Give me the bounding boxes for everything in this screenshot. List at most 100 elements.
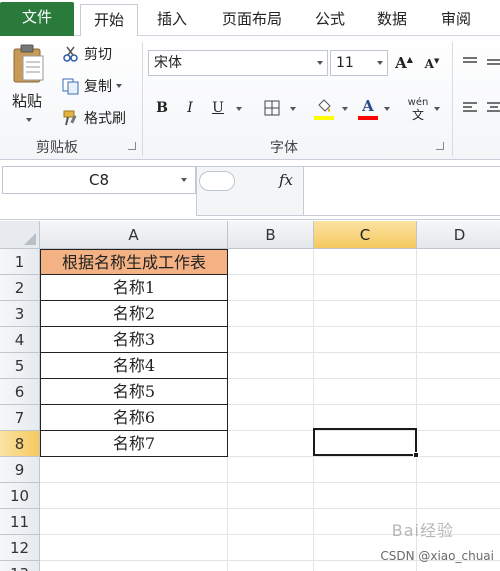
cell-a12[interactable] xyxy=(40,535,228,561)
cell-c1[interactable] xyxy=(314,249,417,275)
cut-button[interactable]: 剪切 xyxy=(62,44,112,64)
cell-c5[interactable] xyxy=(314,353,417,379)
cell-d6[interactable] xyxy=(417,379,500,405)
row-header-13[interactable]: 13 xyxy=(0,561,40,571)
active-cell-c8[interactable] xyxy=(313,428,419,458)
cell-b9[interactable] xyxy=(228,457,314,483)
cell-d4[interactable] xyxy=(417,327,500,353)
cell-b11[interactable] xyxy=(228,509,314,535)
cell-a13[interactable] xyxy=(40,561,228,571)
cell-d8[interactable] xyxy=(417,431,500,457)
cell-a2[interactable]: 名称1 xyxy=(40,275,228,301)
column-header-c[interactable]: C xyxy=(314,221,417,249)
tab-insert[interactable]: 插入 xyxy=(144,4,200,36)
cell-a6[interactable]: 名称5 xyxy=(40,379,228,405)
borders-dropdown-icon[interactable] xyxy=(290,107,296,111)
font-size-dropdown-icon[interactable] xyxy=(377,61,383,65)
tab-formulas[interactable]: 公式 xyxy=(302,4,358,36)
cell-c9[interactable] xyxy=(314,457,417,483)
copy-button[interactable]: 复制 xyxy=(62,76,122,96)
cell-d2[interactable] xyxy=(417,275,500,301)
grow-font-button[interactable]: A▲ xyxy=(392,51,416,75)
paste-dropdown-icon[interactable] xyxy=(26,118,32,122)
cell-a7[interactable]: 名称6 xyxy=(40,405,228,431)
font-name-combo[interactable]: 宋体 xyxy=(148,50,328,76)
font-size-combo[interactable]: 11 xyxy=(330,50,388,76)
cell-d7[interactable] xyxy=(417,405,500,431)
fill-handle[interactable] xyxy=(413,452,419,458)
row-header-3[interactable]: 3 xyxy=(0,301,40,327)
clipboard-launcher-icon[interactable] xyxy=(128,142,136,150)
row-header-2[interactable]: 2 xyxy=(0,275,40,301)
cell-b5[interactable] xyxy=(228,353,314,379)
row-header-6[interactable]: 6 xyxy=(0,379,40,405)
align-middle-button[interactable] xyxy=(482,50,500,74)
row-header-8[interactable]: 8 xyxy=(0,431,40,457)
row-header-5[interactable]: 5 xyxy=(0,353,40,379)
tab-home[interactable]: 开始 xyxy=(80,4,138,37)
shrink-font-button[interactable]: A▼ xyxy=(420,51,444,75)
align-left-button[interactable] xyxy=(458,96,482,120)
insert-function-button[interactable]: fx xyxy=(279,171,293,189)
borders-button[interactable] xyxy=(260,96,284,120)
cell-a11[interactable] xyxy=(40,509,228,535)
cell-b4[interactable] xyxy=(228,327,314,353)
row-header-4[interactable]: 4 xyxy=(0,327,40,353)
tab-data[interactable]: 数据 xyxy=(364,4,420,36)
cell-a4[interactable]: 名称3 xyxy=(40,327,228,353)
name-box-dropdown-icon[interactable] xyxy=(181,178,187,182)
row-header-12[interactable]: 12 xyxy=(0,535,40,561)
cell-b10[interactable] xyxy=(228,483,314,509)
formula-expand-handle[interactable] xyxy=(199,171,235,191)
cell-d10[interactable] xyxy=(417,483,500,509)
underline-dropdown-icon[interactable] xyxy=(236,107,242,111)
row-header-11[interactable]: 11 xyxy=(0,509,40,535)
font-color-button[interactable]: A xyxy=(356,94,380,124)
cell-b2[interactable] xyxy=(228,275,314,301)
cell-b8[interactable] xyxy=(228,431,314,457)
tab-page-layout[interactable]: 页面布局 xyxy=(208,4,296,36)
cell-a5[interactable]: 名称4 xyxy=(40,353,228,379)
row-header-7[interactable]: 7 xyxy=(0,405,40,431)
row-header-10[interactable]: 10 xyxy=(0,483,40,509)
column-header-b[interactable]: B xyxy=(228,221,314,249)
cell-b12[interactable] xyxy=(228,535,314,561)
fill-color-button[interactable] xyxy=(312,94,336,124)
name-box[interactable]: C8 xyxy=(2,166,196,194)
phonetic-button[interactable]: wén 文 xyxy=(404,94,432,124)
paste-button[interactable]: 粘贴 xyxy=(6,42,52,128)
cell-c10[interactable] xyxy=(314,483,417,509)
select-all-button[interactable] xyxy=(0,221,40,249)
cell-a8[interactable]: 名称7 xyxy=(40,431,228,457)
format-painter-button[interactable]: 格式刷 xyxy=(62,108,126,128)
column-header-a[interactable]: A xyxy=(40,221,228,249)
column-header-d[interactable]: D xyxy=(417,221,500,249)
cell-a9[interactable] xyxy=(40,457,228,483)
font-color-dropdown-icon[interactable] xyxy=(384,107,390,111)
align-center-button[interactable] xyxy=(482,96,500,120)
phonetic-dropdown-icon[interactable] xyxy=(434,107,440,111)
cell-d9[interactable] xyxy=(417,457,500,483)
tab-review[interactable]: 审阅 xyxy=(428,4,484,36)
fill-color-dropdown-icon[interactable] xyxy=(342,107,348,111)
bold-button[interactable]: B xyxy=(150,96,174,120)
cell-d5[interactable] xyxy=(417,353,500,379)
cell-b1[interactable] xyxy=(228,249,314,275)
cell-b6[interactable] xyxy=(228,379,314,405)
cell-b7[interactable] xyxy=(228,405,314,431)
cell-a10[interactable] xyxy=(40,483,228,509)
formula-input[interactable] xyxy=(304,166,500,216)
cell-c4[interactable] xyxy=(314,327,417,353)
tab-file[interactable]: 文件 xyxy=(0,2,74,36)
cell-c3[interactable] xyxy=(314,301,417,327)
font-launcher-icon[interactable] xyxy=(436,142,444,150)
cell-d3[interactable] xyxy=(417,301,500,327)
cell-a3[interactable]: 名称2 xyxy=(40,301,228,327)
cell-a1[interactable]: 根据名称生成工作表 xyxy=(40,249,228,275)
copy-dropdown-icon[interactable] xyxy=(116,84,122,88)
row-header-9[interactable]: 9 xyxy=(0,457,40,483)
cell-b3[interactable] xyxy=(228,301,314,327)
italic-button[interactable]: I xyxy=(178,96,202,120)
cell-b13[interactable] xyxy=(228,561,314,571)
cell-c2[interactable] xyxy=(314,275,417,301)
